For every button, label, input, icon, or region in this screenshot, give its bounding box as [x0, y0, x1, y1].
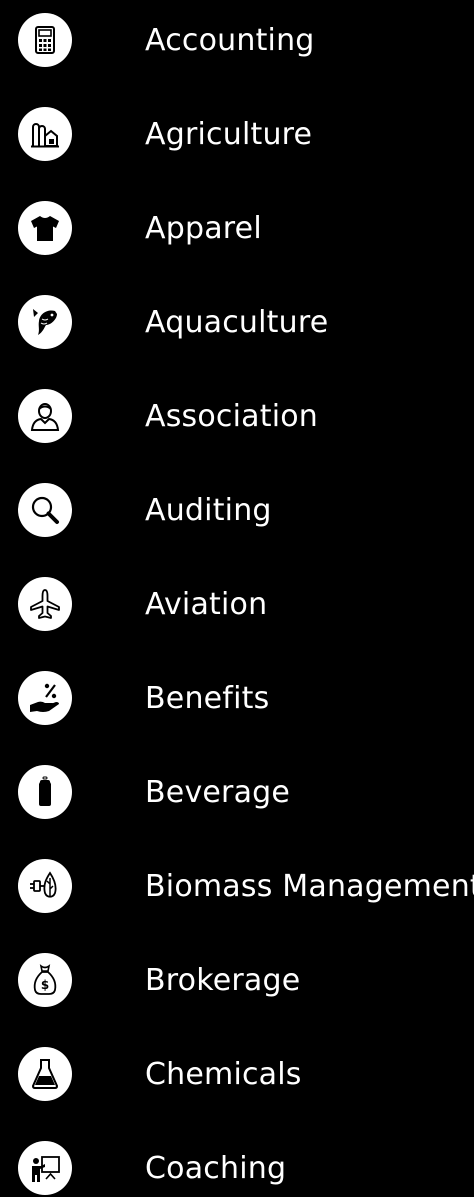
industry-label: Agriculture	[145, 117, 313, 152]
industry-item-brokerage[interactable]: $ Brokerage	[0, 953, 474, 1009]
industry-label: Benefits	[145, 681, 270, 716]
industry-item-coaching[interactable]: Coaching	[0, 1141, 474, 1197]
farm-buildings-icon	[18, 107, 72, 161]
industry-label: Chemicals	[145, 1057, 302, 1092]
svg-text:$: $	[41, 978, 49, 992]
industry-item-auditing[interactable]: Auditing	[0, 483, 474, 539]
industry-label: Coaching	[145, 1151, 287, 1186]
calculator-icon	[18, 13, 72, 67]
airplane-icon	[18, 577, 72, 631]
industry-label: Aviation	[145, 587, 268, 622]
industry-item-biomass-management[interactable]: Biomass Management	[0, 859, 474, 915]
industry-label: Auditing	[145, 493, 272, 528]
flask-icon	[18, 1047, 72, 1101]
fish-icon	[18, 295, 72, 349]
industry-item-apparel[interactable]: Apparel	[0, 201, 474, 257]
industry-label: Association	[145, 399, 319, 434]
money-bag-icon: $	[18, 953, 72, 1007]
industry-label: Beverage	[145, 775, 291, 810]
industry-item-agriculture[interactable]: Agriculture	[0, 107, 474, 163]
industry-label: Biomass Management	[145, 869, 474, 904]
industry-list: Accounting Agriculture Apparel Aquacultu…	[0, 0, 474, 1197]
industry-item-association[interactable]: Association	[0, 389, 474, 445]
person-icon	[18, 389, 72, 443]
industry-item-aviation[interactable]: Aviation	[0, 577, 474, 633]
presenter-board-icon	[18, 1141, 72, 1195]
industry-item-beverage[interactable]: Beverage	[0, 765, 474, 821]
industry-item-accounting[interactable]: Accounting	[0, 13, 474, 69]
magnifying-glass-icon	[18, 483, 72, 537]
industry-label: Apparel	[145, 211, 262, 246]
industry-item-aquaculture[interactable]: Aquaculture	[0, 295, 474, 351]
industry-item-benefits[interactable]: Benefits	[0, 671, 474, 727]
soda-can-icon	[18, 765, 72, 819]
industry-label: Brokerage	[145, 963, 301, 998]
industry-label: Aquaculture	[145, 305, 329, 340]
plug-leaf-icon	[18, 859, 72, 913]
industry-item-chemicals[interactable]: Chemicals	[0, 1047, 474, 1103]
industry-label: Accounting	[145, 23, 315, 58]
t-shirt-icon	[18, 201, 72, 255]
hand-percent-icon	[18, 671, 72, 725]
